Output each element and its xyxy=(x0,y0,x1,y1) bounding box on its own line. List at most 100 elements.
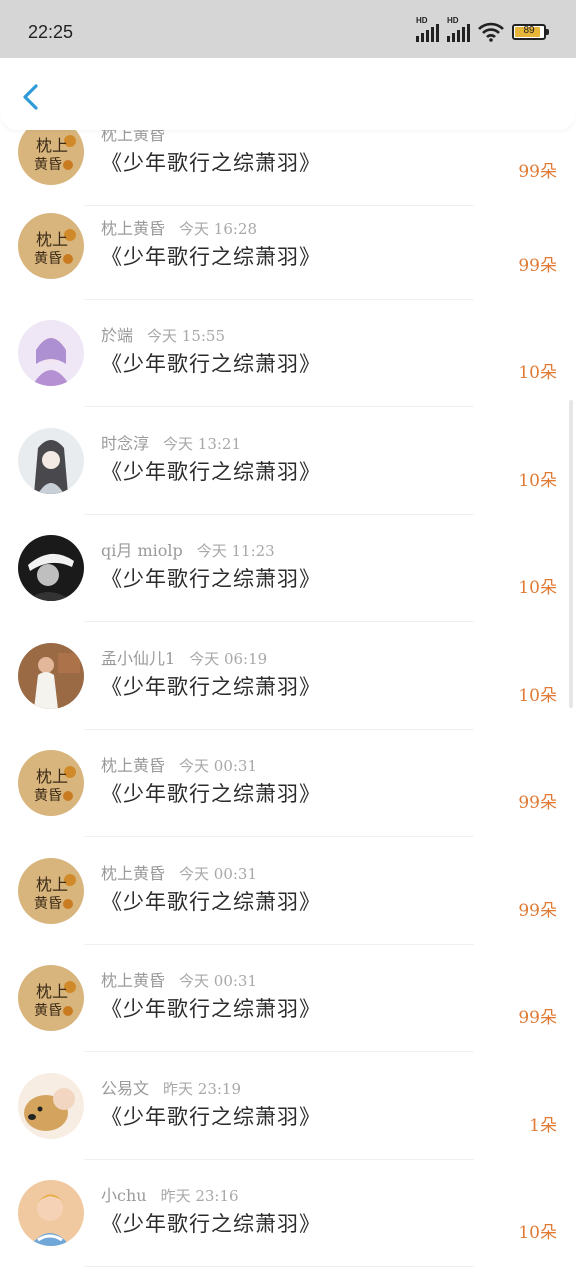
list-item[interactable]: 於端 今天 15:55 《少年歌行之综萧羽》 10朵 xyxy=(0,300,576,407)
item-meta: 时念淳 今天 13:21 xyxy=(101,430,241,454)
avatar[interactable] xyxy=(18,643,84,709)
scrollbar[interactable] xyxy=(569,400,573,708)
signal-icon: HD xyxy=(447,16,470,42)
svg-text:黄昏: 黄昏 xyxy=(34,895,62,912)
flower-count: 99朵 xyxy=(518,162,557,182)
timestamp: 今天 13:21 xyxy=(163,435,242,453)
avatar[interactable] xyxy=(18,428,84,494)
avatar[interactable] xyxy=(18,1073,84,1139)
item-meta: 於端 今天 15:55 xyxy=(101,322,225,346)
username: 枕上黄昏 xyxy=(101,971,166,990)
item-meta: 枕上黄昏 今天 00:31 xyxy=(101,860,257,884)
avatar[interactable]: 枕上 黄昏 xyxy=(18,213,84,279)
timestamp: 今天 16:28 xyxy=(179,220,258,238)
status-bar: 22:25 HD HD 89 xyxy=(0,0,576,58)
username: 公易文 xyxy=(101,1079,150,1098)
book-title: 《少年歌行之综萧羽》 xyxy=(101,1212,321,1236)
list-item[interactable]: 枕上 黄昏 枕上黄昏 今天 00:31 《少年歌行之综萧羽》 99朵 xyxy=(0,730,576,837)
timestamp: 今天 00:31 xyxy=(179,865,258,883)
status-time: 22:25 xyxy=(28,22,74,42)
flower-count: 99朵 xyxy=(518,901,557,921)
flower-count: 10朵 xyxy=(518,1223,557,1243)
list-item[interactable]: 孟小仙儿1 今天 06:19 《少年歌行之综萧羽》 10朵 xyxy=(0,623,576,730)
svg-text:枕上: 枕上 xyxy=(36,230,68,249)
username: 枕上黄昏 xyxy=(101,864,166,883)
back-arrow-icon[interactable] xyxy=(16,80,46,114)
username: 孟小仙儿1 xyxy=(101,649,176,668)
username: 小chu xyxy=(101,1186,147,1205)
item-meta: 公易文 昨天 23:19 xyxy=(101,1075,241,1099)
status-icons: HD HD 89 xyxy=(416,16,549,42)
avatar[interactable] xyxy=(18,535,84,601)
list-item[interactable]: 小chu 昨天 23:16 《少年歌行之综萧羽》 10朵 xyxy=(0,1160,576,1267)
username: 於端 xyxy=(101,326,134,345)
list-item[interactable]: 枕上 黄昏 枕上黄昏 今天 00:31 《少年歌行之综萧羽》 99朵 xyxy=(0,945,576,1052)
item-meta: 枕上黄昏 今天 00:31 xyxy=(101,967,257,991)
book-title: 《少年歌行之综萧羽》 xyxy=(101,1105,321,1129)
flower-count: 10朵 xyxy=(518,686,557,706)
list-item[interactable]: 枕上 黄昏 枕上黄昏 今天 16:28 《少年歌行之综萧羽》 99朵 xyxy=(0,193,576,300)
svg-text:枕上: 枕上 xyxy=(36,767,68,786)
flower-count: 1朵 xyxy=(529,1116,557,1136)
flower-count: 10朵 xyxy=(518,578,557,598)
svg-text:枕上: 枕上 xyxy=(36,982,68,1001)
list-item[interactable]: qi月 miolp 今天 11:23 《少年歌行之综萧羽》 10朵 xyxy=(0,515,576,622)
book-title: 《少年歌行之综萧羽》 xyxy=(101,352,321,376)
avatar[interactable] xyxy=(18,1180,84,1246)
book-title: 《少年歌行之综萧羽》 xyxy=(101,675,321,699)
username: qi月 miolp xyxy=(101,541,183,560)
flower-count: 10朵 xyxy=(518,363,557,383)
hd-label: HD xyxy=(416,16,428,25)
divider xyxy=(84,406,474,407)
list-item[interactable]: 枕上 黄昏 枕上黄昏 今天 00:31 《少年歌行之综萧羽》 99朵 xyxy=(0,838,576,945)
wifi-icon xyxy=(478,22,504,42)
timestamp: 昨天 23:16 xyxy=(160,1187,239,1205)
svg-text:枕上: 枕上 xyxy=(36,875,68,894)
item-meta: 枕上黄昏 今天 00:31 xyxy=(101,752,257,776)
username: 时念淳 xyxy=(101,434,150,453)
flower-count: 99朵 xyxy=(518,1008,557,1028)
timestamp: 今天 11:23 xyxy=(196,542,275,560)
svg-text:黄昏: 黄昏 xyxy=(34,787,62,804)
nav-bar xyxy=(0,58,576,130)
timestamp: 今天 00:31 xyxy=(179,972,258,990)
username: 枕上黄昏 xyxy=(101,756,166,775)
signal-icon: HD xyxy=(416,16,439,42)
battery-level: 89 xyxy=(523,25,535,36)
timestamp: 今天 00:31 xyxy=(179,757,258,775)
flower-count: 99朵 xyxy=(518,793,557,813)
item-meta: 小chu 昨天 23:16 xyxy=(101,1182,239,1206)
item-meta: qi月 miolp 今天 11:23 xyxy=(101,537,275,561)
svg-text:黄昏: 黄昏 xyxy=(34,156,62,173)
timestamp: 昨天 23:19 xyxy=(163,1080,242,1098)
item-meta: 孟小仙儿1 今天 06:19 xyxy=(101,645,267,669)
avatar[interactable]: 枕上 黄昏 xyxy=(18,858,84,924)
avatar[interactable]: 枕上 黄昏 xyxy=(18,965,84,1031)
avatar[interactable] xyxy=(18,320,84,386)
svg-text:黄昏: 黄昏 xyxy=(34,250,62,267)
book-title: 《少年歌行之综萧羽》 xyxy=(101,567,321,591)
book-title: 《少年歌行之综萧羽》 xyxy=(101,460,321,484)
avatar[interactable]: 枕上 黄昏 xyxy=(18,750,84,816)
svg-text:黄昏: 黄昏 xyxy=(34,1002,62,1019)
flower-count: 99朵 xyxy=(518,256,557,276)
battery-icon: 89 xyxy=(512,24,549,40)
divider xyxy=(84,1051,474,1052)
book-title: 《少年歌行之综萧羽》 xyxy=(101,151,321,175)
username: 枕上黄昏 xyxy=(101,219,166,238)
book-title: 《少年歌行之综萧羽》 xyxy=(101,782,321,806)
divider xyxy=(84,836,474,837)
list-item[interactable]: 公易文 昨天 23:19 《少年歌行之综萧羽》 1朵 xyxy=(0,1053,576,1160)
item-meta: 枕上黄昏 今天 16:28 xyxy=(101,215,257,239)
book-title: 《少年歌行之综萧羽》 xyxy=(101,997,321,1021)
timestamp: 今天 15:55 xyxy=(147,327,226,345)
list-item[interactable]: 时念淳 今天 13:21 《少年歌行之综萧羽》 10朵 xyxy=(0,408,576,515)
divider xyxy=(84,621,474,622)
divider xyxy=(84,1266,474,1267)
book-title: 《少年歌行之综萧羽》 xyxy=(101,245,321,269)
hd-label: HD xyxy=(447,16,459,25)
timestamp: 今天 06:19 xyxy=(189,650,268,668)
svg-text:枕上: 枕上 xyxy=(36,136,68,155)
book-title: 《少年歌行之综萧羽》 xyxy=(101,890,321,914)
flower-count: 10朵 xyxy=(518,471,557,491)
